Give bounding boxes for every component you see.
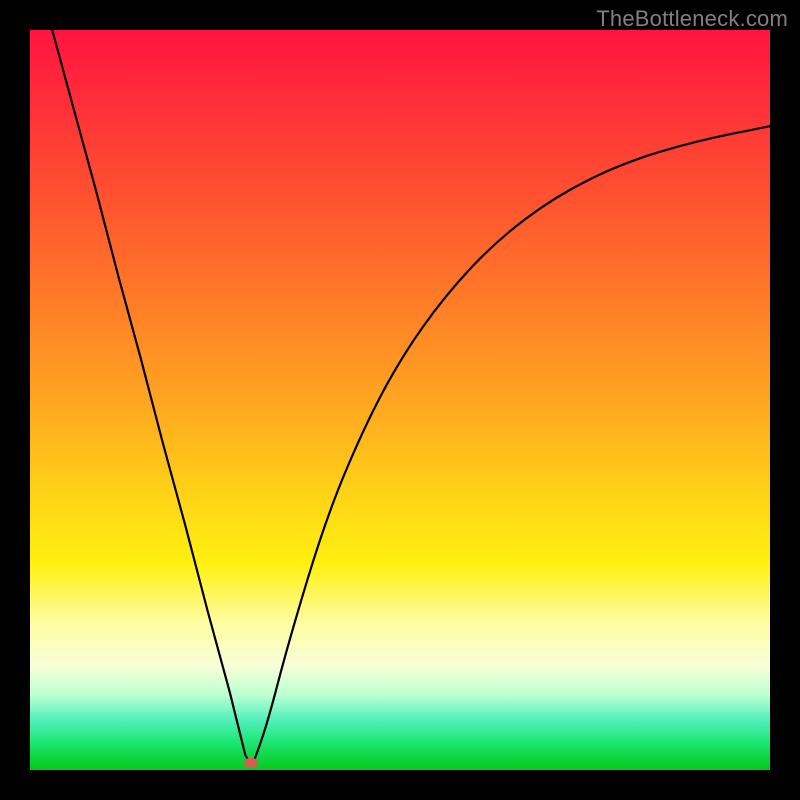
- minimum-marker: [244, 758, 258, 768]
- bottleneck-curve: [30, 30, 770, 770]
- chart-frame: TheBottleneck.com: [0, 0, 800, 800]
- plot-area: [30, 30, 770, 770]
- watermark-text: TheBottleneck.com: [596, 6, 788, 32]
